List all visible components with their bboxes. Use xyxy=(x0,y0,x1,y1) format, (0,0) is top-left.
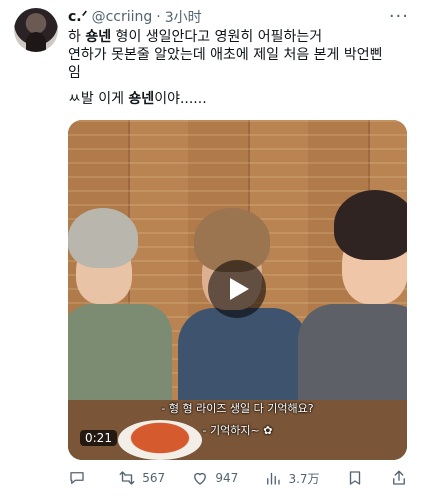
avatar[interactable] xyxy=(14,8,58,52)
like-button[interactable]: 947 xyxy=(191,469,238,487)
retweet-count: 567 xyxy=(142,471,166,485)
tweet-header: c.ᐟ @ccriing · 3小时 xyxy=(68,8,202,26)
tweet: c.ᐟ @ccriing · 3小时 ··· 하 숑넨 형이 생일안다고 영원히… xyxy=(0,0,421,500)
tweet-text: 하 숑넨 형이 생일안다고 영원히 어필하는거 연하가 못본줄 알았는데 애초에… xyxy=(68,28,408,108)
views-button[interactable]: 3.7万 xyxy=(264,469,320,487)
bookmark-button[interactable] xyxy=(346,469,364,487)
tweet-line-4: ㅆ발 이게 숑넨이야...... xyxy=(68,91,207,107)
play-icon[interactable] xyxy=(208,260,266,318)
person-left-hair xyxy=(68,208,138,268)
user-handle[interactable]: @ccriing xyxy=(92,9,153,25)
video-subtitle-line-1: - 형 형 라이즈 생일 다 기억해요? xyxy=(161,402,314,415)
video-media[interactable]: - 형 형 라이즈 생일 다 기억해요? - 기억하지~ ✿ 0:21 xyxy=(68,120,407,460)
more-options-icon[interactable]: ··· xyxy=(389,6,409,27)
tweet-line-3: 임 xyxy=(68,65,81,81)
views-count: 3.7万 xyxy=(288,471,320,486)
reply-icon xyxy=(70,472,84,484)
person-right-hair xyxy=(334,190,407,260)
video-duration: 0:21 xyxy=(80,430,117,446)
reply-button[interactable] xyxy=(68,469,92,487)
share-icon xyxy=(393,470,405,485)
share-button[interactable] xyxy=(390,469,408,487)
bold-name: 숑넨 xyxy=(128,91,155,107)
separator-dot: · xyxy=(156,9,161,25)
heart-icon xyxy=(194,472,207,485)
like-count: 947 xyxy=(215,471,239,485)
retweet-button[interactable]: 567 xyxy=(118,469,165,487)
display-name[interactable]: c.ᐟ xyxy=(68,9,88,25)
bold-name: 숑넨 xyxy=(85,29,112,45)
post-time[interactable]: 3小时 xyxy=(165,7,202,27)
views-icon xyxy=(267,472,281,485)
bookmark-icon xyxy=(349,471,360,485)
tweet-line-2: 연하가 못본줄 알았는데 애초에 제일 처음 본게 박언삔 xyxy=(68,47,383,63)
retweet-icon xyxy=(119,471,135,485)
tweet-actions: 567 947 3.7万 xyxy=(68,466,408,490)
tweet-line-1: 하 숑넨 형이 생일안다고 영원히 어필하는거 xyxy=(68,29,323,45)
video-subtitle-line-2: - 기억하지~ ✿ xyxy=(202,424,273,437)
